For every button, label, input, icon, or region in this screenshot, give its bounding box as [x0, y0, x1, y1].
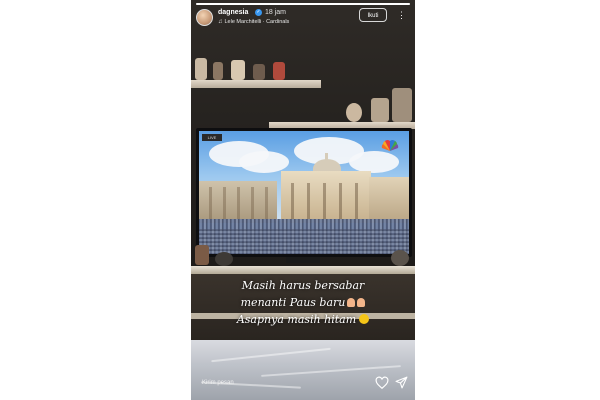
praying-hands-icon — [357, 298, 366, 307]
shelf-picture-frame — [392, 88, 412, 122]
music-note-icon: ♫ — [218, 19, 223, 25]
tv-cabinet — [191, 266, 415, 274]
heart-icon[interactable] — [375, 376, 389, 390]
caption-line-1: Masih harus bersabar — [241, 279, 365, 292]
column — [307, 183, 310, 223]
shelf-ornament — [253, 64, 265, 80]
column — [251, 187, 254, 223]
shelf-top — [191, 80, 321, 88]
column — [355, 183, 358, 223]
bedsheet-fold — [211, 347, 331, 363]
column — [291, 183, 294, 223]
nbc-peacock-icon — [381, 140, 399, 151]
channel-badge: LIVE — [202, 134, 222, 141]
story-header: dagnesia ✓ 18 jam ♫ Lele Marchitelli · Ca… — [196, 8, 410, 30]
column — [223, 187, 226, 223]
cloud — [239, 151, 289, 173]
caption-line-3-row: Asapnya masih hitam — [191, 313, 415, 326]
shelf-ornament — [213, 62, 223, 80]
story-footer: Kirim pesan — [191, 372, 415, 396]
cabinet-ornament — [195, 245, 209, 265]
caption-line-2: menanti Paus baru — [240, 296, 346, 309]
column — [209, 187, 212, 223]
verified-badge-icon: ✓ — [255, 9, 262, 16]
column — [339, 183, 342, 223]
cloud — [349, 151, 399, 173]
story-viewer[interactable]: LIVE dagnesia ✓ 18 jam ♫ Lele Marchitelli… — [191, 0, 415, 400]
column — [323, 183, 326, 223]
tv-screen: LIVE — [199, 131, 409, 254]
send-message-input[interactable]: Kirim pesan — [197, 374, 372, 392]
colonnade-right — [369, 177, 409, 223]
story-progress-bar — [196, 3, 410, 5]
column — [237, 187, 240, 223]
shelf-ornament — [195, 58, 207, 80]
crowd-shading — [199, 229, 409, 254]
music-label: Lele Marchitelli · Cardinals — [224, 19, 290, 25]
column — [265, 187, 268, 223]
more-options-icon[interactable]: ⋮ — [397, 8, 406, 22]
post-time: 18 jam — [265, 9, 287, 16]
shelf-ornament — [231, 60, 245, 80]
avatar[interactable] — [196, 9, 213, 26]
caption-line-2-row: menanti Paus baru — [191, 296, 415, 309]
music-attribution[interactable]: ♫ Lele Marchitelli · Cardinals — [218, 19, 289, 25]
shelf-ornament — [273, 62, 285, 80]
neutral-face-icon — [359, 314, 370, 324]
story-progress-fill — [196, 3, 410, 5]
shelf-ornament — [371, 98, 389, 122]
send-icon[interactable] — [395, 376, 408, 389]
username[interactable]: dagnesia — [218, 9, 248, 16]
cabinet-ornament — [391, 250, 409, 266]
praying-hands-icon — [347, 298, 356, 307]
tv-stand — [286, 257, 320, 263]
follow-button[interactable]: Ikuti — [359, 8, 387, 22]
shelf-clock — [346, 103, 362, 122]
cabinet-ornament — [215, 252, 233, 266]
caption-line-3: Asapnya masih hitam — [236, 313, 357, 326]
